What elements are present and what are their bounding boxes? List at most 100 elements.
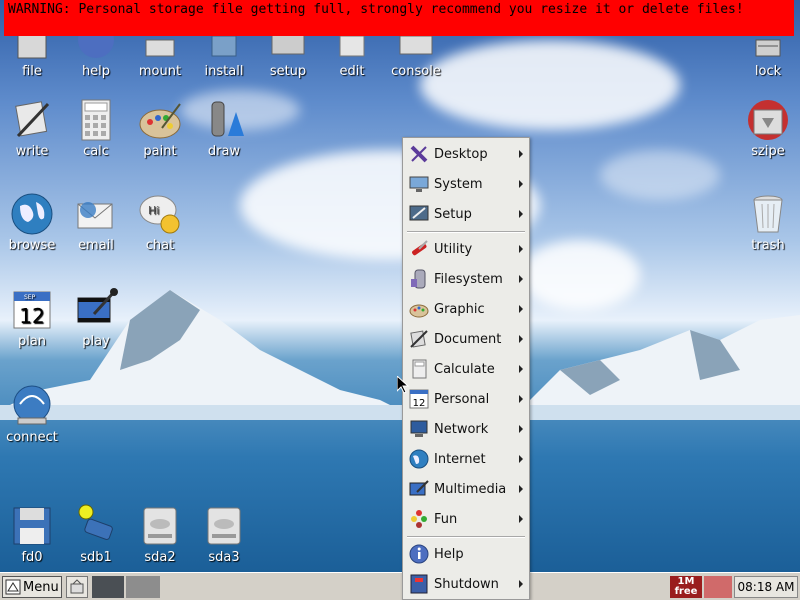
swiss-knife-icon bbox=[408, 238, 430, 260]
menu-item-label: Multimedia bbox=[434, 481, 507, 497]
desktop-icon-chat[interactable]: Hi chat bbox=[128, 192, 192, 253]
shutdown-icon bbox=[408, 573, 430, 595]
menu-separator bbox=[407, 536, 525, 538]
trash-icon bbox=[746, 192, 790, 236]
menu-item-graphic[interactable]: Graphic bbox=[405, 295, 527, 323]
icon-label: szipe bbox=[751, 144, 785, 159]
menu-item-help[interactable]: Help bbox=[405, 540, 527, 568]
info-icon bbox=[408, 543, 430, 565]
desktop-icon-trash[interactable]: trash bbox=[736, 192, 800, 253]
globe-icon bbox=[10, 192, 54, 236]
menu-item-label: Desktop bbox=[434, 146, 488, 162]
desktop-icon-szipe[interactable]: szipe bbox=[736, 98, 800, 159]
draw-icon bbox=[202, 98, 246, 142]
menu-item-shutdown[interactable]: Shutdown bbox=[405, 570, 527, 598]
menu-item-label: Network bbox=[434, 421, 489, 437]
workspace-1[interactable] bbox=[92, 576, 124, 598]
menu-item-label: Setup bbox=[434, 206, 472, 222]
menu-item-internet[interactable]: Internet bbox=[405, 445, 527, 473]
desktop-icon-browse[interactable]: browse bbox=[0, 192, 64, 253]
menu-item-utility[interactable]: Utility bbox=[405, 235, 527, 263]
menu-item-calculate[interactable]: Calculate bbox=[405, 355, 527, 383]
pen-icon bbox=[408, 328, 430, 350]
icon-label: calc bbox=[83, 144, 109, 159]
clock[interactable]: 08:18 AM bbox=[734, 576, 798, 598]
menu-button-label: Menu bbox=[23, 579, 59, 595]
menu-item-filesystem[interactable]: Filesystem bbox=[405, 265, 527, 293]
menu-item-label: Shutdown bbox=[434, 576, 499, 592]
network-icon bbox=[408, 418, 430, 440]
menu-item-label: Fun bbox=[434, 511, 458, 527]
icon-label: lock bbox=[754, 64, 782, 79]
desktop-icon-sdb1[interactable]: sdb1 bbox=[64, 504, 128, 565]
icon-label: fd0 bbox=[21, 550, 43, 565]
icon-label: sda3 bbox=[208, 550, 240, 565]
icon-label: play bbox=[82, 334, 110, 349]
menu-item-document[interactable]: Document bbox=[405, 325, 527, 353]
floppy-icon bbox=[10, 504, 54, 548]
desktop-icon-sda2[interactable]: sda2 bbox=[128, 504, 192, 565]
desktop-icon-sda3[interactable]: sda3 bbox=[192, 504, 256, 565]
icon-label: browse bbox=[8, 238, 56, 253]
desktop-icon-connect[interactable]: connect bbox=[0, 384, 64, 445]
menu-item-network[interactable]: Network bbox=[405, 415, 527, 443]
fun-icon bbox=[408, 508, 430, 530]
desktop-icon-draw[interactable]: draw bbox=[192, 98, 256, 159]
calculator-icon bbox=[408, 358, 430, 380]
setup-icon bbox=[408, 203, 430, 225]
desktop-icon-plan[interactable]: SEP 12 plan bbox=[0, 288, 64, 349]
menu-item-fun[interactable]: Fun bbox=[405, 505, 527, 533]
submenu-arrow-icon bbox=[519, 180, 523, 188]
menu-button[interactable]: Menu bbox=[2, 576, 62, 598]
desktop-icon-play[interactable]: play bbox=[64, 288, 128, 349]
menu-item-label: Filesystem bbox=[434, 271, 503, 287]
calendar-day: 12 bbox=[19, 304, 44, 328]
menu-item-setup[interactable]: Setup bbox=[405, 200, 527, 228]
desktop-icon-paint[interactable]: paint bbox=[128, 98, 192, 159]
calendar-month: SEP bbox=[24, 294, 36, 301]
calendar-icon: SEP 12 bbox=[10, 288, 54, 332]
submenu-arrow-icon bbox=[519, 245, 523, 253]
submenu-arrow-icon bbox=[519, 485, 523, 493]
quick-launch-icon bbox=[69, 579, 85, 595]
warning-banner: WARNING: Personal storage file getting f… bbox=[4, 0, 794, 36]
storage-free-indicator[interactable]: 1M free bbox=[670, 576, 702, 598]
icon-label: email bbox=[78, 238, 114, 253]
icon-label: install bbox=[204, 64, 244, 79]
icon-label: draw bbox=[207, 144, 241, 159]
desktop-icon-calc[interactable]: calc bbox=[64, 98, 128, 159]
icon-label: paint bbox=[143, 144, 177, 159]
icon-label: sda2 bbox=[144, 550, 176, 565]
desktop-background[interactable] bbox=[0, 0, 800, 572]
icon-label: sdb1 bbox=[80, 550, 112, 565]
menu-item-label: Internet bbox=[434, 451, 486, 467]
menu-separator bbox=[407, 231, 525, 233]
menu-logo-icon bbox=[5, 579, 21, 595]
menu-item-personal[interactable]: 12 Personal bbox=[405, 385, 527, 413]
submenu-arrow-icon bbox=[519, 365, 523, 373]
menu-item-label: Utility bbox=[434, 241, 473, 257]
hard-drive-icon bbox=[202, 504, 246, 548]
icon-label: help bbox=[81, 64, 111, 79]
menu-item-multimedia[interactable]: Multimedia bbox=[405, 475, 527, 503]
desktop-icon-fd0[interactable]: fd0 bbox=[0, 504, 64, 565]
x-desktop-icon bbox=[408, 143, 430, 165]
desktop-icon-email[interactable]: email bbox=[64, 192, 128, 253]
taskbar: Menu 1M free 08:18 AM bbox=[0, 572, 800, 600]
submenu-arrow-icon bbox=[519, 335, 523, 343]
menu-item-desktop[interactable]: Desktop bbox=[405, 140, 527, 168]
folder-icon bbox=[408, 268, 430, 290]
quick-launch-button[interactable] bbox=[66, 576, 88, 598]
palette-icon bbox=[408, 298, 430, 320]
icon-label: file bbox=[22, 64, 42, 79]
main-menu: Desktop System Setup Utility Filesystem … bbox=[402, 137, 530, 600]
icon-label: console bbox=[391, 64, 441, 79]
hard-drive-icon bbox=[138, 504, 182, 548]
desktop-icon-write[interactable]: write bbox=[0, 98, 64, 159]
menu-item-label: Help bbox=[434, 546, 464, 562]
workspace-2[interactable] bbox=[126, 576, 160, 598]
write-icon bbox=[10, 98, 54, 142]
icon-label: plan bbox=[17, 334, 47, 349]
menu-item-system[interactable]: System bbox=[405, 170, 527, 198]
icon-label: setup bbox=[269, 64, 307, 79]
